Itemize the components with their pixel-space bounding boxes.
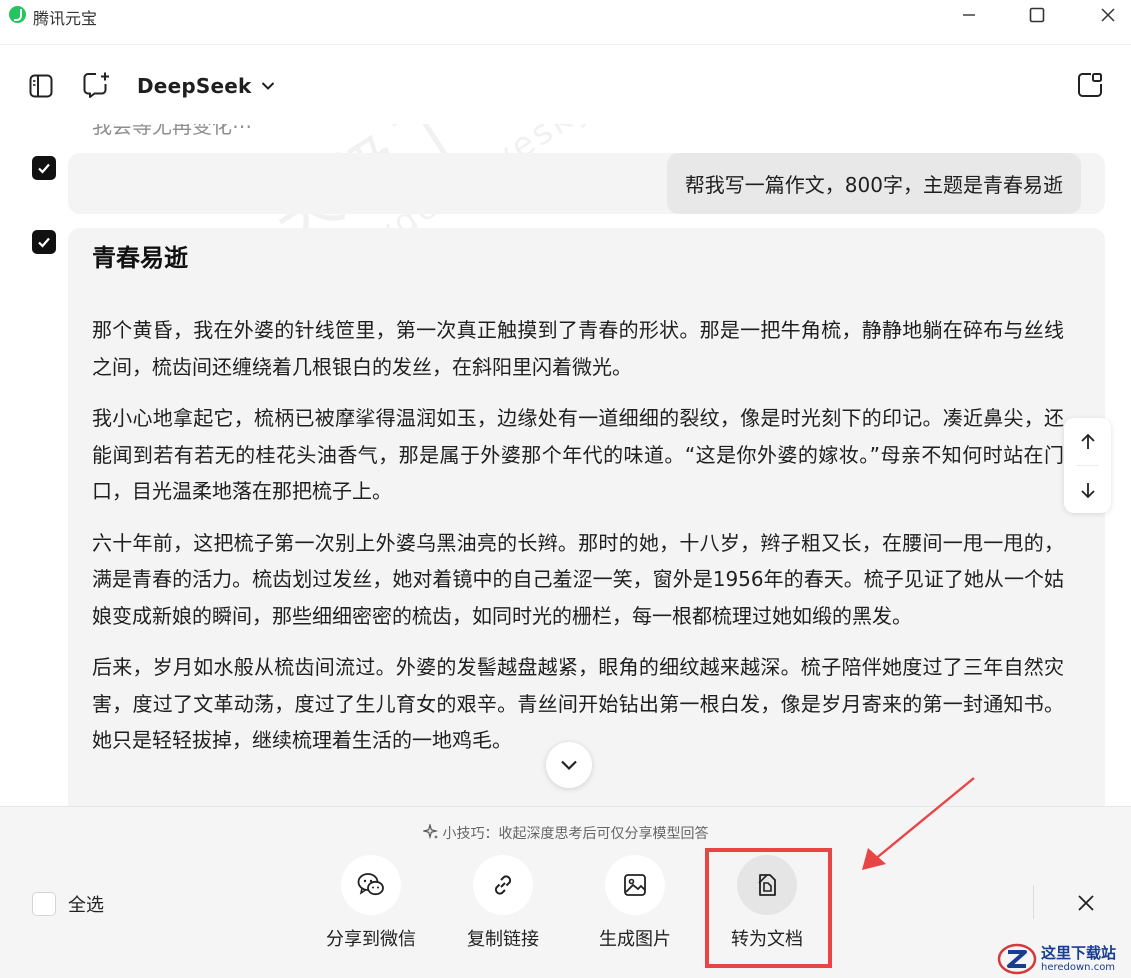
chat-header: DeepSeek	[0, 44, 1131, 124]
answer-card: 青春易逝 那个黄昏，我在外婆的针线笸里，第一次真正触摸到了青春的形状。那是一把牛…	[68, 228, 1105, 806]
maximize-icon	[1029, 7, 1045, 23]
close-icon	[1101, 8, 1115, 22]
chevron-down-icon	[561, 760, 577, 771]
site-url: heredown.com	[1041, 961, 1116, 973]
answer-paragraph: 六十年前，这把梳子第一次别上外婆乌黑油亮的长辫。那时的她，十八岁，辫子粗又长，在…	[92, 530, 1064, 628]
site-watermark-badge: 这里下载站 heredown.com	[997, 940, 1131, 978]
annotation-highlight-box	[705, 848, 832, 968]
answer-paragraph: 那个黄昏，我在外婆的针线笸里，第一次真正触摸到了青春的形状。那是一把牛角梳，静静…	[92, 318, 1064, 379]
minimize-button[interactable]	[946, 0, 992, 30]
chevron-down-icon	[262, 82, 275, 90]
select-all-label: 全选	[68, 895, 104, 916]
answer-paragraph: 后来，岁月如水般从梳齿间流过。外婆的发髻越盘越紧，眼角的细纹越来越深。梳子陪伴她…	[92, 655, 1064, 752]
next-message-button[interactable]	[1064, 466, 1111, 513]
site-logo-icon	[997, 942, 1037, 976]
title-bar: 腾讯元宝	[0, 0, 1131, 30]
user-message-bubble: 帮我写一篇作文，800字，主题是青春易逝	[666, 153, 1081, 214]
side-panel-button[interactable]	[1075, 70, 1105, 100]
panel-icon	[1078, 73, 1102, 97]
minimize-icon	[963, 14, 975, 16]
generate-image-button[interactable]: 生成图片	[575, 855, 695, 951]
arrow-down-icon	[1080, 482, 1095, 498]
annotation-arrow-icon	[862, 777, 975, 870]
model-selector[interactable]: DeepSeek	[137, 72, 275, 100]
answer-body: 那个黄昏，我在外婆的针线笸里，第一次真正触摸到了青春的形状。那是一把牛角梳，静静…	[92, 312, 1064, 774]
link-icon	[494, 875, 512, 895]
new-chat-icon	[83, 72, 109, 98]
close-icon	[1078, 895, 1094, 911]
select-message-checkbox[interactable]	[32, 156, 56, 180]
close-share-button[interactable]	[1070, 887, 1102, 919]
answer-paragraph: 我小心地拿起它，梳柄已被摩挲得温润如玉，边缘处有一道细细的裂纹，像是时光刻下的印…	[92, 406, 1064, 503]
sidebar-icon	[29, 74, 53, 98]
site-name: 这里下载站	[1041, 943, 1117, 962]
scroll-to-bottom-button[interactable]	[546, 742, 592, 788]
check-icon	[38, 163, 50, 174]
user-message-row: 帮我写一篇作文，800字，主题是青春易逝	[68, 153, 1105, 214]
arrow-up-icon	[1080, 433, 1095, 449]
message-navigator	[1064, 418, 1111, 513]
toggle-sidebar-button[interactable]	[26, 71, 56, 101]
previous-message-fragment: 我会等尤再变化⋯	[92, 124, 252, 138]
maximize-button[interactable]	[1014, 0, 1060, 30]
select-all-control[interactable]: 全选	[32, 891, 104, 917]
copy-link-button[interactable]: 复制链接	[443, 855, 563, 951]
wechat-icon	[357, 873, 384, 896]
answer-title: 青春易逝	[92, 244, 188, 272]
image-icon	[624, 874, 646, 896]
app-title: 腾讯元宝	[33, 9, 98, 28]
model-name: DeepSeek	[137, 74, 252, 98]
new-chat-button[interactable]	[81, 70, 111, 100]
check-icon	[38, 237, 50, 248]
select-all-checkbox[interactable]	[32, 892, 56, 916]
select-answer-checkbox[interactable]	[32, 230, 56, 254]
share-wechat-button[interactable]: 分享到微信	[311, 855, 431, 951]
app-logo-icon	[9, 6, 26, 23]
previous-message-button[interactable]	[1064, 418, 1111, 465]
sparkle-icon	[422, 824, 438, 840]
close-window-button[interactable]	[1085, 0, 1131, 30]
chat-area[interactable]: 我会等尤再变化⋯ 天极下载站 mydown.yesky.com 帮我写一篇作文，…	[0, 124, 1131, 806]
